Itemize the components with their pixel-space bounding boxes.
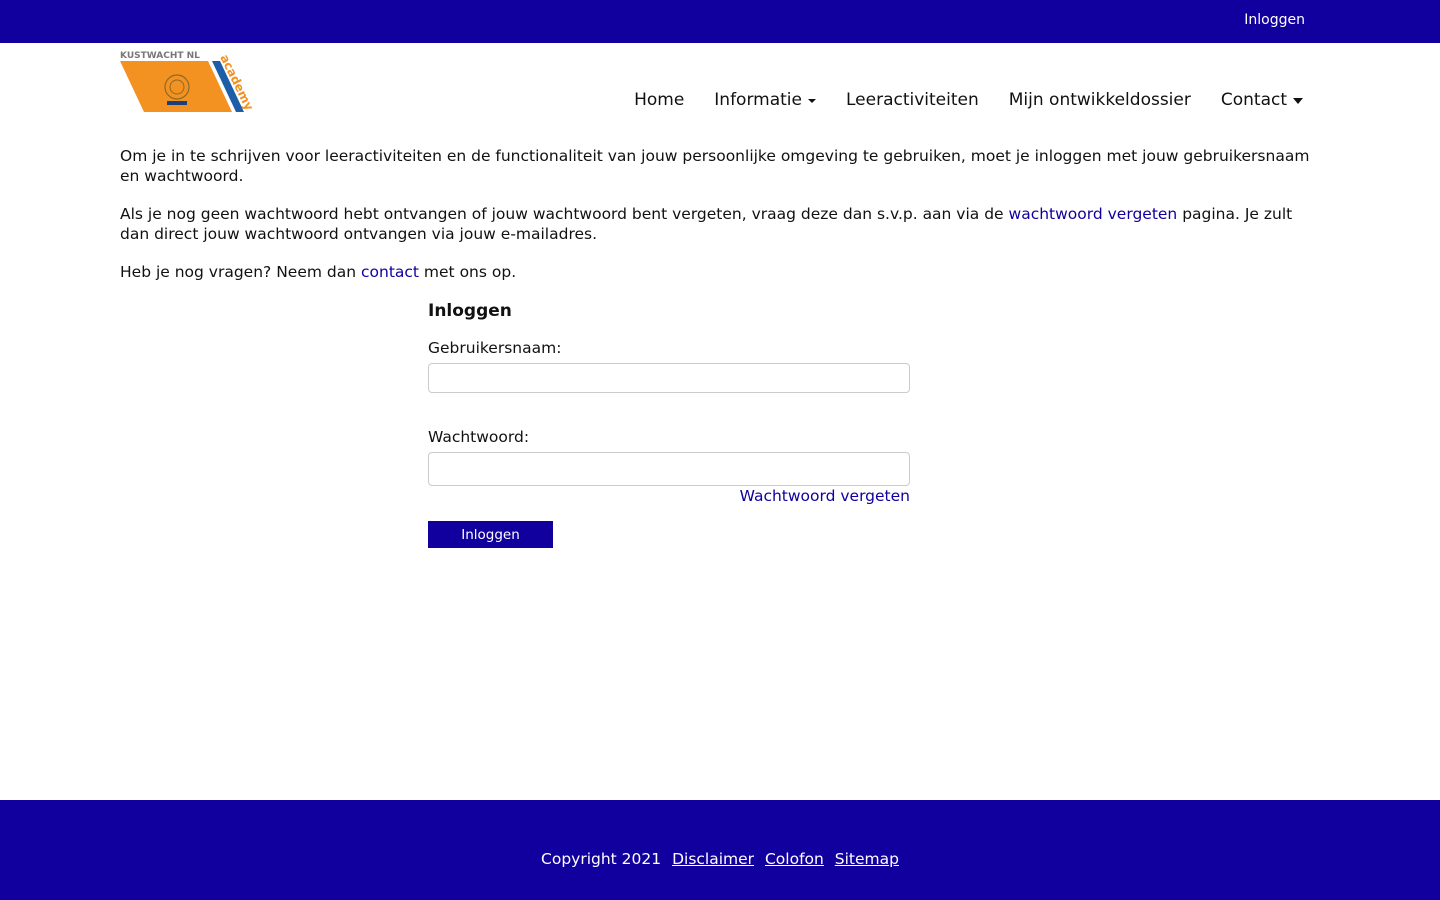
password-label: Wachtwoord: <box>428 428 530 446</box>
svg-text:KUSTWACHT NL: KUSTWACHT NL <box>120 51 200 61</box>
contact-inline-link[interactable]: contact <box>361 263 419 281</box>
site-header: KUSTWACHT NL academy Home Informatie Lee… <box>0 43 1440 133</box>
intro-paragraph-login: Om je in te schrijven voor leeractivitei… <box>120 147 1310 185</box>
nav-item-label: Mijn ontwikkeldossier <box>1008 90 1191 110</box>
top-login-link[interactable]: Inloggen <box>1244 12 1305 28</box>
footer-link-disclaimer[interactable]: Disclaimer <box>672 850 754 868</box>
main-content: Om je in te schrijven voor leeractivitei… <box>120 146 1310 300</box>
nav-item-label: Leeractiviteiten <box>845 90 979 110</box>
footer-link-colofon[interactable]: Colofon <box>765 850 824 868</box>
forgot-password-link[interactable]: Wachtwoord vergeten <box>740 487 910 505</box>
nav-item-leeractiviteiten[interactable]: Leeractiviteiten <box>846 90 979 110</box>
intro-paragraph-password: Als je nog geen wachtwoord hebt ontvange… <box>120 205 1293 243</box>
nav-item-contact[interactable]: Contact <box>1221 90 1303 110</box>
username-label: Gebruikersnaam: <box>428 339 562 357</box>
login-form-title: Inloggen <box>428 301 512 321</box>
password-input[interactable] <box>428 452 910 486</box>
forgot-password-inline-link[interactable]: wachtwoord vergeten <box>1009 205 1178 223</box>
intro-paragraph-contact: Heb je nog vragen? Neem dan contact met … <box>120 263 517 281</box>
site-footer: Copyright 2021 Disclaimer Colofon Sitema… <box>0 800 1440 900</box>
nav-item-ontwikkeldossier[interactable]: Mijn ontwikkeldossier <box>1009 90 1191 110</box>
nav-item-label: Informatie <box>714 90 802 110</box>
nav-item-home[interactable]: Home <box>634 90 684 110</box>
username-input[interactable] <box>428 363 910 393</box>
login-form: Inloggen Gebruikersnaam: Wachtwoord: Wac… <box>428 301 910 548</box>
copyright-text: Copyright 2021 <box>541 850 662 868</box>
nav-item-label: Home <box>634 90 685 110</box>
main-nav: Home Informatie Leeractiviteiten Mijn on… <box>604 90 1303 110</box>
footer-link-sitemap[interactable]: Sitemap <box>835 850 899 868</box>
top-bar: Inloggen <box>0 0 1440 43</box>
kustwacht-academy-logo[interactable]: KUSTWACHT NL academy <box>120 49 256 113</box>
nav-item-label: Contact <box>1220 90 1287 110</box>
caret-down-icon <box>1293 98 1303 104</box>
nav-item-informatie[interactable]: Informatie <box>714 90 816 110</box>
caret-down-icon <box>807 99 816 103</box>
login-button[interactable]: Inloggen <box>428 521 553 548</box>
